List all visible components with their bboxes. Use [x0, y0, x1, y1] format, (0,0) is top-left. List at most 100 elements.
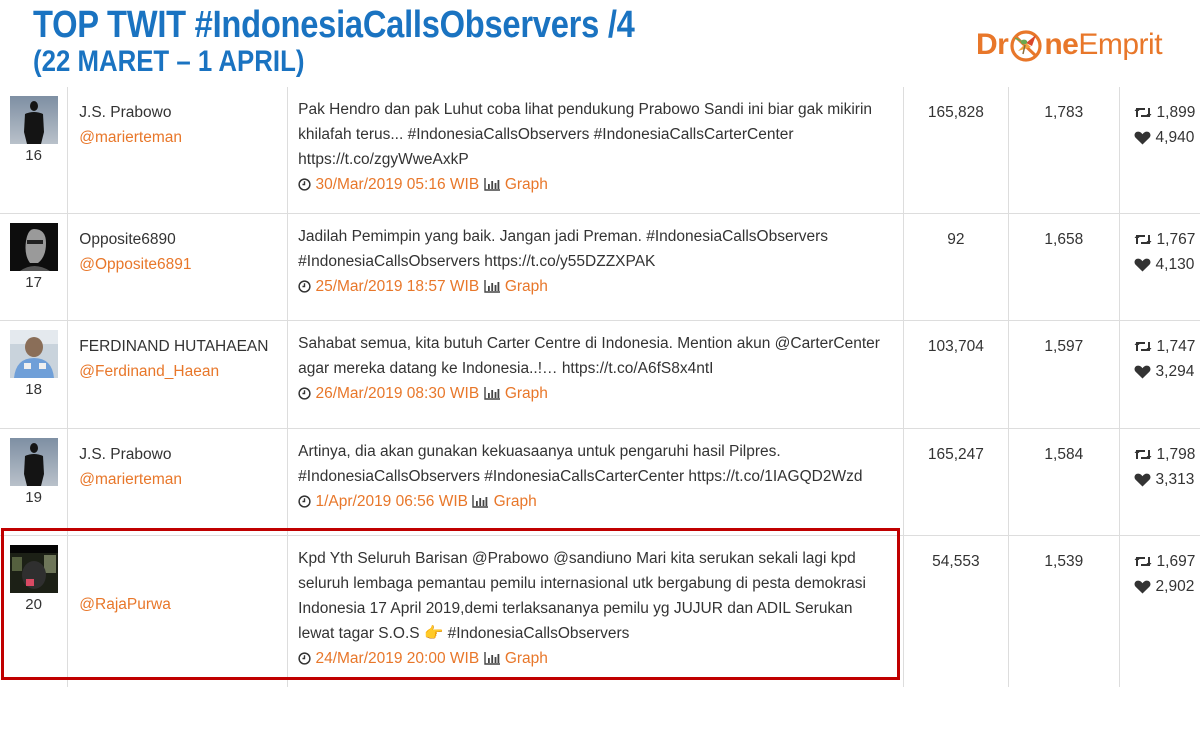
graph-link[interactable]: Graph: [505, 385, 548, 402]
page-title: TOP TWIT #IndonesiaCallsObservers /4 (22…: [33, 6, 635, 77]
graph-link[interactable]: Graph: [494, 493, 537, 510]
title-main: TOP TWIT #IndonesiaCallsObservers /4: [33, 4, 635, 46]
rank-number: 19: [25, 489, 42, 506]
clock-icon: [298, 387, 311, 400]
graph-link[interactable]: Graph: [505, 650, 548, 667]
hummingbird-logo-icon: [1009, 29, 1043, 63]
rank-cell: 20: [0, 535, 68, 687]
reach-cell: 103,704: [902, 320, 1009, 429]
like-count: 3,313: [1155, 471, 1195, 488]
bar-chart-icon: [483, 387, 500, 400]
reach-cell: 165,828: [902, 87, 1009, 214]
avatar[interactable]: [9, 223, 58, 271]
avatar[interactable]: [9, 96, 58, 144]
user-handle-link[interactable]: @RajaPurwa: [79, 592, 287, 617]
rank-number: 20: [25, 596, 42, 613]
retweet-count: 1,697: [1156, 553, 1196, 570]
rank-cell: 19: [0, 428, 68, 536]
count-cell: 1,539: [1008, 535, 1120, 687]
retweet-count: 1,899: [1156, 104, 1196, 121]
rank-number: 18: [25, 381, 42, 398]
bar-chart-icon: [472, 495, 489, 508]
tweet-meta: 1/Apr/2019 06:56 WIB Graph: [298, 489, 893, 514]
heart-icon: [1134, 258, 1150, 271]
user-display-name: Opposite6890: [79, 231, 176, 248]
heart-icon: [1134, 365, 1150, 378]
tweet-timestamp-link[interactable]: 24/Mar/2019 20:00 WIB: [315, 650, 479, 667]
tweet-text: Kpd Yth Seluruh Barisan @Prabowo @sandiu…: [298, 546, 893, 646]
table-row: 17 Opposite6890 @Opposite6891 Jadilah Pe…: [0, 213, 1200, 321]
clock-icon: [298, 495, 311, 508]
tweet-timestamp-link[interactable]: 26/Mar/2019 08:30 WIB: [315, 385, 479, 402]
rank-cell: 17: [0, 213, 68, 321]
count-cell: 1,658: [1008, 213, 1120, 321]
reach-value: 103,704: [927, 338, 984, 355]
user-cell: J.S. Prabowo @marierteman: [67, 428, 288, 536]
pointing-hand-emoji-icon: 👉: [423, 625, 444, 642]
rank-number: 16: [25, 147, 42, 164]
tweet-timestamp-link[interactable]: 30/Mar/2019 05:16 WIB: [315, 176, 479, 193]
retweet-icon: [1134, 557, 1152, 566]
table-row: 19 J.S. Prabowo @marierteman Artinya, di…: [0, 428, 1200, 536]
tweet-timestamp-link[interactable]: 25/Mar/2019 18:57 WIB: [315, 278, 479, 295]
tweet-cell: Artinya, dia akan gunakan kekuasaanya un…: [287, 428, 904, 536]
tweet-cell: Kpd Yth Seluruh Barisan @Prabowo @sandiu…: [287, 535, 904, 687]
clock-icon: [298, 652, 311, 665]
user-cell: J.S. Prabowo @marierteman: [67, 87, 288, 214]
clock-icon: [298, 178, 311, 191]
tweet-meta: 26/Mar/2019 08:30 WIB Graph: [298, 381, 893, 406]
like-count: 4,940: [1155, 129, 1195, 146]
graph-link[interactable]: Graph: [505, 176, 548, 193]
user-cell: @RajaPurwa: [67, 535, 288, 687]
user-handle-link[interactable]: @marierteman: [79, 467, 287, 492]
top-tweets-table: 16 J.S. Prabowo @marierteman Pak Hendro …: [0, 87, 1200, 687]
retweet-icon: [1134, 108, 1152, 117]
user-cell: Opposite6890 @Opposite6891: [67, 213, 288, 321]
logo-text-part3: Emprit: [1078, 28, 1163, 61]
tweet-text: Pak Hendro dan pak Luhut coba lihat pend…: [298, 101, 873, 168]
graph-link[interactable]: Graph: [505, 278, 548, 295]
user-handle-link[interactable]: @marierteman: [79, 125, 287, 150]
tweet-meta: 25/Mar/2019 18:57 WIB Graph: [298, 274, 893, 299]
engagement-cell: 1,747 3,294: [1118, 320, 1200, 429]
heart-icon: [1134, 580, 1150, 593]
engagement-cell: 1,697 2,902: [1118, 535, 1200, 687]
retweet-count: 1,798: [1156, 446, 1196, 463]
rank-number: 17: [25, 274, 42, 291]
bar-chart-icon: [483, 280, 500, 293]
count-value: 1,584: [1044, 446, 1084, 463]
count-value: 1,783: [1044, 104, 1084, 121]
avatar[interactable]: [9, 438, 58, 486]
user-cell: FERDINAND HUTAHAEAN @Ferdinand_Haean: [67, 320, 288, 429]
reach-value: 165,828: [927, 104, 984, 121]
reach-value: 54,553: [932, 553, 980, 570]
like-count: 3,294: [1155, 363, 1195, 380]
retweet-icon: [1134, 450, 1152, 459]
reach-value: 165,247: [927, 446, 984, 463]
tweet-timestamp-link[interactable]: 1/Apr/2019 06:56 WIB: [315, 493, 468, 510]
user-handle-link[interactable]: @Ferdinand_Haean: [79, 359, 287, 384]
drone-emprit-logo: Dr ne Emprit: [976, 22, 1163, 68]
table-row-highlighted: 20 @RajaPurwa Kpd Yth Seluruh Barisan @P…: [0, 535, 1200, 687]
user-handle-link[interactable]: @Opposite6891: [79, 252, 287, 277]
count-cell: 1,584: [1008, 428, 1120, 536]
engagement-cell: 1,798 3,313: [1118, 428, 1200, 536]
table-row: 16 J.S. Prabowo @marierteman Pak Hendro …: [0, 87, 1200, 214]
avatar[interactable]: [9, 330, 58, 378]
reach-cell: 92: [902, 213, 1009, 321]
rank-cell: 16: [0, 87, 68, 214]
heart-icon: [1134, 131, 1150, 144]
engagement-cell: 1,767 4,130: [1118, 213, 1200, 321]
user-display-name: J.S. Prabowo: [79, 104, 172, 121]
avatar[interactable]: [9, 545, 58, 593]
count-cell: 1,597: [1008, 320, 1120, 429]
table-row: 18 FERDINAND HUTAHAEAN @Ferdinand_Haean …: [0, 320, 1200, 429]
retweet-count: 1,747: [1156, 338, 1196, 355]
bar-chart-icon: [483, 178, 500, 191]
retweet-icon: [1134, 235, 1152, 244]
user-display-name: J.S. Prabowo: [79, 446, 172, 463]
count-value: 1,539: [1044, 553, 1084, 570]
engagement-cell: 1,899 4,940: [1118, 87, 1200, 214]
bar-chart-icon: [483, 652, 500, 665]
reach-cell: 165,247: [902, 428, 1009, 536]
